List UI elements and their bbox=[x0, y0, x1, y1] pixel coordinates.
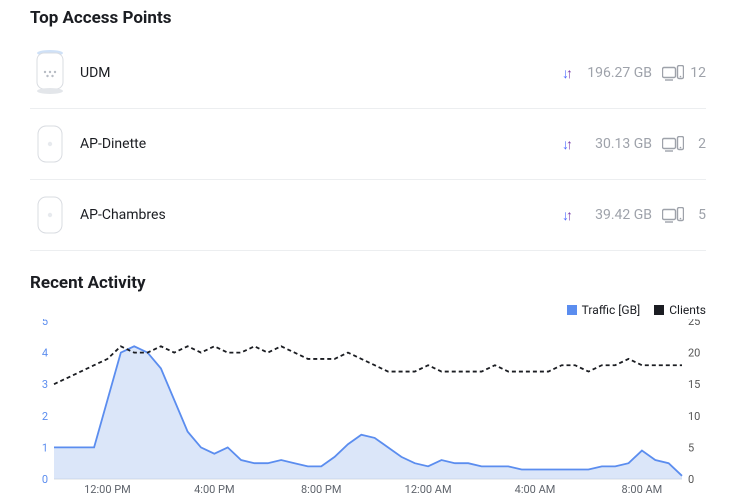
svg-text:4:00 PM: 4:00 PM bbox=[194, 483, 234, 495]
client-devices-icon bbox=[662, 207, 684, 223]
svg-text:25: 25 bbox=[688, 319, 700, 328]
ap-client-icon bbox=[662, 65, 684, 81]
ap-row[interactable]: AP-Dinette ↓↑ 30.13 GB 2 bbox=[30, 109, 706, 180]
svg-text:8:00 AM: 8:00 AM bbox=[622, 483, 663, 495]
svg-text:5: 5 bbox=[688, 441, 694, 454]
clients-swatch-icon bbox=[654, 305, 664, 315]
ap-traffic-value: 30.13 GB bbox=[578, 136, 652, 152]
ap-name: UDM bbox=[70, 65, 562, 81]
svg-text:0: 0 bbox=[42, 473, 48, 486]
legend-item-traffic: Traffic [GB] bbox=[567, 303, 641, 317]
traffic-swatch-icon bbox=[567, 305, 577, 315]
ap-device-icon bbox=[30, 124, 70, 164]
ap-client-count: 5 bbox=[690, 207, 706, 223]
ap-client-icon bbox=[662, 136, 684, 152]
svg-text:10: 10 bbox=[688, 410, 700, 423]
ap-row[interactable]: AP-Chambres ↓↑ 39.42 GB 5 bbox=[30, 180, 706, 251]
svg-text:12:00 PM: 12:00 PM bbox=[84, 483, 131, 495]
ap-client-count: 2 bbox=[690, 136, 706, 152]
udm-device-icon bbox=[35, 50, 65, 96]
legend-label-clients: Clients bbox=[669, 303, 706, 317]
svg-text:0: 0 bbox=[688, 473, 694, 486]
ap-row[interactable]: UDM ↓↑ 196.27 GB 12 bbox=[30, 38, 706, 109]
ap-stats: ↓↑ 39.42 GB 5 bbox=[562, 207, 706, 224]
ap-stats: ↓↑ 196.27 GB 12 bbox=[562, 65, 706, 82]
section-title-top-aps: Top Access Points bbox=[30, 8, 706, 28]
svg-text:5: 5 bbox=[42, 319, 48, 328]
ap-device-icon bbox=[30, 50, 70, 96]
svg-text:12:00 AM: 12:00 AM bbox=[405, 483, 452, 495]
ap-client-icon bbox=[662, 207, 684, 223]
traffic-arrows-icon: ↓↑ bbox=[562, 136, 572, 153]
legend-label-traffic: Traffic [GB] bbox=[582, 303, 641, 317]
ap-stats: ↓↑ 30.13 GB 2 bbox=[562, 136, 706, 153]
client-devices-icon bbox=[662, 65, 684, 81]
svg-text:15: 15 bbox=[688, 378, 700, 391]
ap-traffic-value: 196.27 GB bbox=[578, 65, 652, 81]
ap-traffic-value: 39.42 GB bbox=[578, 207, 652, 223]
recent-activity-chart: 0 1 2 3 4 5 0 5 10 15 20 25 12:00 PM 4:00 PM 8:00 PM 12… bbox=[30, 319, 706, 495]
uap-device-icon bbox=[36, 195, 64, 235]
section-title-recent: Recent Activity bbox=[30, 273, 706, 293]
ap-list: UDM ↓↑ 196.27 GB 12 AP-Dinette ↓↑ 30.13 … bbox=[30, 38, 706, 251]
svg-text:20: 20 bbox=[688, 347, 700, 360]
svg-text:4:00 AM: 4:00 AM bbox=[515, 483, 556, 495]
ap-device-icon bbox=[30, 195, 70, 235]
uap-device-icon bbox=[36, 124, 64, 164]
svg-text:4: 4 bbox=[42, 347, 48, 360]
traffic-arrows-icon: ↓↑ bbox=[562, 207, 572, 224]
svg-text:8:00 PM: 8:00 PM bbox=[301, 483, 341, 495]
ap-name: AP-Chambres bbox=[70, 207, 562, 223]
ap-client-count: 12 bbox=[690, 65, 706, 81]
client-devices-icon bbox=[662, 136, 684, 152]
ap-name: AP-Dinette bbox=[70, 136, 562, 152]
legend-item-clients: Clients bbox=[654, 303, 706, 317]
traffic-arrows-icon: ↓↑ bbox=[562, 65, 572, 82]
svg-text:3: 3 bbox=[42, 378, 48, 391]
svg-text:2: 2 bbox=[42, 410, 48, 423]
chart-legend: Traffic [GB] Clients bbox=[30, 303, 706, 317]
svg-text:1: 1 bbox=[42, 441, 48, 454]
